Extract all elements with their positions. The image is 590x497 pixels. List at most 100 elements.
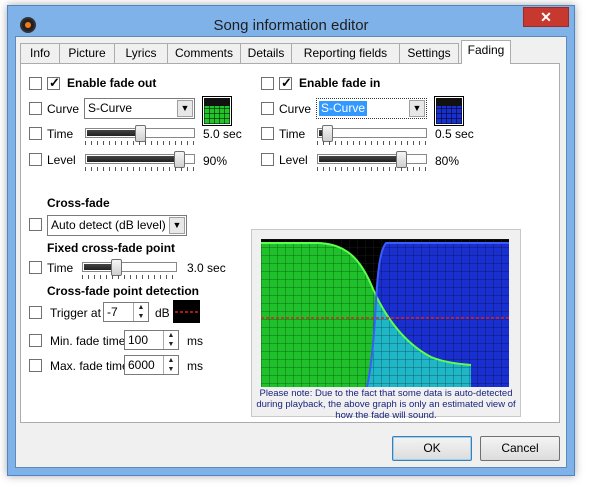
stepper-buttons: ▲ ▼ bbox=[163, 356, 178, 374]
crossfade-time-slider[interactable] bbox=[82, 259, 177, 279]
slider-track bbox=[317, 128, 427, 138]
dialog-button-bar: OK Cancel bbox=[20, 427, 560, 465]
fade-in-curve-select[interactable]: S-Curve ▼ bbox=[316, 98, 427, 119]
stepper-up-icon[interactable]: ▲ bbox=[164, 331, 178, 340]
max-fade-checkbox[interactable] bbox=[29, 359, 42, 372]
crossfade-mode-value: Auto detect (dB level) bbox=[51, 218, 166, 232]
swatch-dark-band bbox=[436, 98, 462, 106]
trigger-db-stepper[interactable]: -7 ▲ ▼ bbox=[103, 302, 149, 322]
fade-in-curve-checkbox[interactable] bbox=[261, 102, 274, 115]
slider-ticks bbox=[82, 275, 177, 279]
fade-in-level-checkbox[interactable] bbox=[261, 153, 274, 166]
enable-fade-out-checkbox[interactable] bbox=[47, 75, 60, 91]
enable-fade-out-label: Enable fade out bbox=[67, 76, 157, 90]
slider-ticks bbox=[317, 167, 427, 171]
crossfade-detection-heading: Cross-fade point detection bbox=[47, 284, 200, 298]
fixed-crossfade-heading: Fixed cross-fade point bbox=[47, 241, 176, 255]
slider-track bbox=[82, 262, 177, 272]
fade-graph-frame: Please note: Due to the fact that some d… bbox=[251, 229, 521, 421]
slider-thumb[interactable] bbox=[135, 125, 146, 142]
fade-out-level-label: Level bbox=[47, 153, 76, 167]
crossfade-mode-select[interactable]: Auto detect (dB level) ▼ bbox=[47, 215, 187, 236]
fixed-crossfade-time-label: Time bbox=[47, 261, 74, 275]
slider-ticks bbox=[317, 141, 427, 145]
slider-fill bbox=[319, 156, 402, 162]
slider-thumb[interactable] bbox=[396, 151, 407, 168]
fade-graph bbox=[261, 239, 509, 387]
tab-reporting-fields[interactable]: Reporting fields bbox=[291, 43, 400, 63]
chevron-down-icon[interactable]: ▼ bbox=[409, 100, 425, 117]
tab-fading[interactable]: Fading bbox=[461, 40, 511, 64]
min-fade-checkbox[interactable] bbox=[29, 334, 42, 347]
fade-out-option-checkbox[interactable] bbox=[29, 77, 42, 90]
fade-out-time-slider[interactable] bbox=[85, 125, 195, 145]
fade-in-level-slider[interactable] bbox=[317, 151, 427, 171]
max-fade-value: 6000 bbox=[128, 358, 155, 372]
swatch-dark-band bbox=[204, 98, 230, 106]
fade-in-time-checkbox[interactable] bbox=[261, 127, 274, 140]
max-fade-unit: ms bbox=[187, 359, 203, 373]
fade-in-color-swatch[interactable] bbox=[434, 96, 464, 126]
stepper-up-icon[interactable]: ▲ bbox=[164, 356, 178, 365]
trigger-db-value: -7 bbox=[107, 305, 118, 319]
graph-note: Please note: Due to the fact that some d… bbox=[256, 388, 516, 421]
tab-details[interactable]: Details bbox=[240, 43, 292, 63]
fade-in-time-slider[interactable] bbox=[317, 125, 427, 145]
min-fade-value: 100 bbox=[128, 333, 149, 347]
fade-out-curve-select[interactable]: S-Curve ▼ bbox=[84, 98, 195, 119]
close-button[interactable]: ✕ bbox=[523, 7, 569, 27]
min-fade-stepper[interactable]: 100 ▲ ▼ bbox=[124, 330, 179, 350]
slider-track bbox=[317, 154, 427, 164]
trigger-color-swatch[interactable] bbox=[173, 300, 200, 323]
tab-comments[interactable]: Comments bbox=[167, 43, 241, 63]
stepper-up-icon[interactable]: ▲ bbox=[134, 303, 148, 312]
enable-fade-in-checkbox[interactable] bbox=[279, 75, 292, 91]
trigger-checkbox[interactable] bbox=[29, 306, 42, 319]
slider-ticks bbox=[85, 141, 195, 145]
fade-out-time-checkbox[interactable] bbox=[29, 127, 42, 140]
stepper-buttons: ▲ ▼ bbox=[133, 303, 148, 321]
fade-out-time-label: Time bbox=[47, 127, 74, 141]
dialog-client: Info Picture Lyrics Comments Details Rep… bbox=[15, 36, 567, 468]
fade-in-time-value: 0.5 sec bbox=[435, 127, 474, 141]
tab-picture[interactable]: Picture bbox=[59, 43, 115, 63]
fade-in-level-label: Level bbox=[279, 153, 308, 167]
slider-thumb[interactable] bbox=[322, 125, 333, 142]
cancel-button[interactable]: Cancel bbox=[480, 436, 560, 461]
slider-thumb[interactable] bbox=[111, 259, 122, 276]
fade-out-level-value: 90% bbox=[203, 154, 228, 168]
fade-out-level-slider[interactable] bbox=[85, 151, 195, 171]
stepper-down-icon[interactable]: ▼ bbox=[164, 340, 178, 349]
fade-out-curve-label: Curve bbox=[47, 102, 80, 116]
fade-in-curve-value: S-Curve bbox=[319, 101, 368, 116]
fade-in-option-checkbox[interactable] bbox=[261, 77, 274, 90]
slider-ticks bbox=[85, 167, 195, 171]
chevron-down-icon[interactable]: ▼ bbox=[177, 100, 193, 117]
song-info-editor-window: Song information editor ✕ Info Picture L… bbox=[7, 5, 575, 476]
trigger-unit-label: dB bbox=[155, 306, 170, 320]
fade-in-time-label: Time bbox=[279, 127, 306, 141]
fade-out-curve-checkbox[interactable] bbox=[29, 102, 42, 115]
stepper-buttons: ▲ ▼ bbox=[163, 331, 178, 349]
fade-out-level-checkbox[interactable] bbox=[29, 153, 42, 166]
max-fade-stepper[interactable]: 6000 ▲ ▼ bbox=[124, 355, 179, 375]
fade-in-level-value: 80% bbox=[435, 154, 460, 168]
crossfade-time-value: 3.0 sec bbox=[187, 261, 226, 275]
ok-button[interactable]: OK bbox=[392, 436, 472, 461]
fade-out-time-value: 5.0 sec bbox=[203, 127, 242, 141]
fading-panel: Enable fade out Curve S-Curve ▼ Time 5.0… bbox=[20, 63, 560, 423]
fixed-crossfade-checkbox[interactable] bbox=[29, 261, 42, 274]
stepper-down-icon[interactable]: ▼ bbox=[134, 312, 148, 321]
tab-lyrics[interactable]: Lyrics bbox=[114, 43, 168, 63]
slider-thumb[interactable] bbox=[174, 151, 185, 168]
tab-settings[interactable]: Settings bbox=[399, 43, 459, 63]
stepper-down-icon[interactable]: ▼ bbox=[164, 365, 178, 374]
chevron-down-icon[interactable]: ▼ bbox=[169, 217, 185, 234]
crossfade-checkbox[interactable] bbox=[29, 218, 42, 231]
trigger-line-icon bbox=[175, 311, 198, 313]
min-fade-label: Min. fade time bbox=[50, 334, 126, 348]
fade-out-color-swatch[interactable] bbox=[202, 96, 232, 126]
crossfade-heading: Cross-fade bbox=[47, 196, 110, 210]
tab-info[interactable]: Info bbox=[20, 43, 60, 63]
max-fade-label: Max. fade time bbox=[50, 359, 129, 373]
